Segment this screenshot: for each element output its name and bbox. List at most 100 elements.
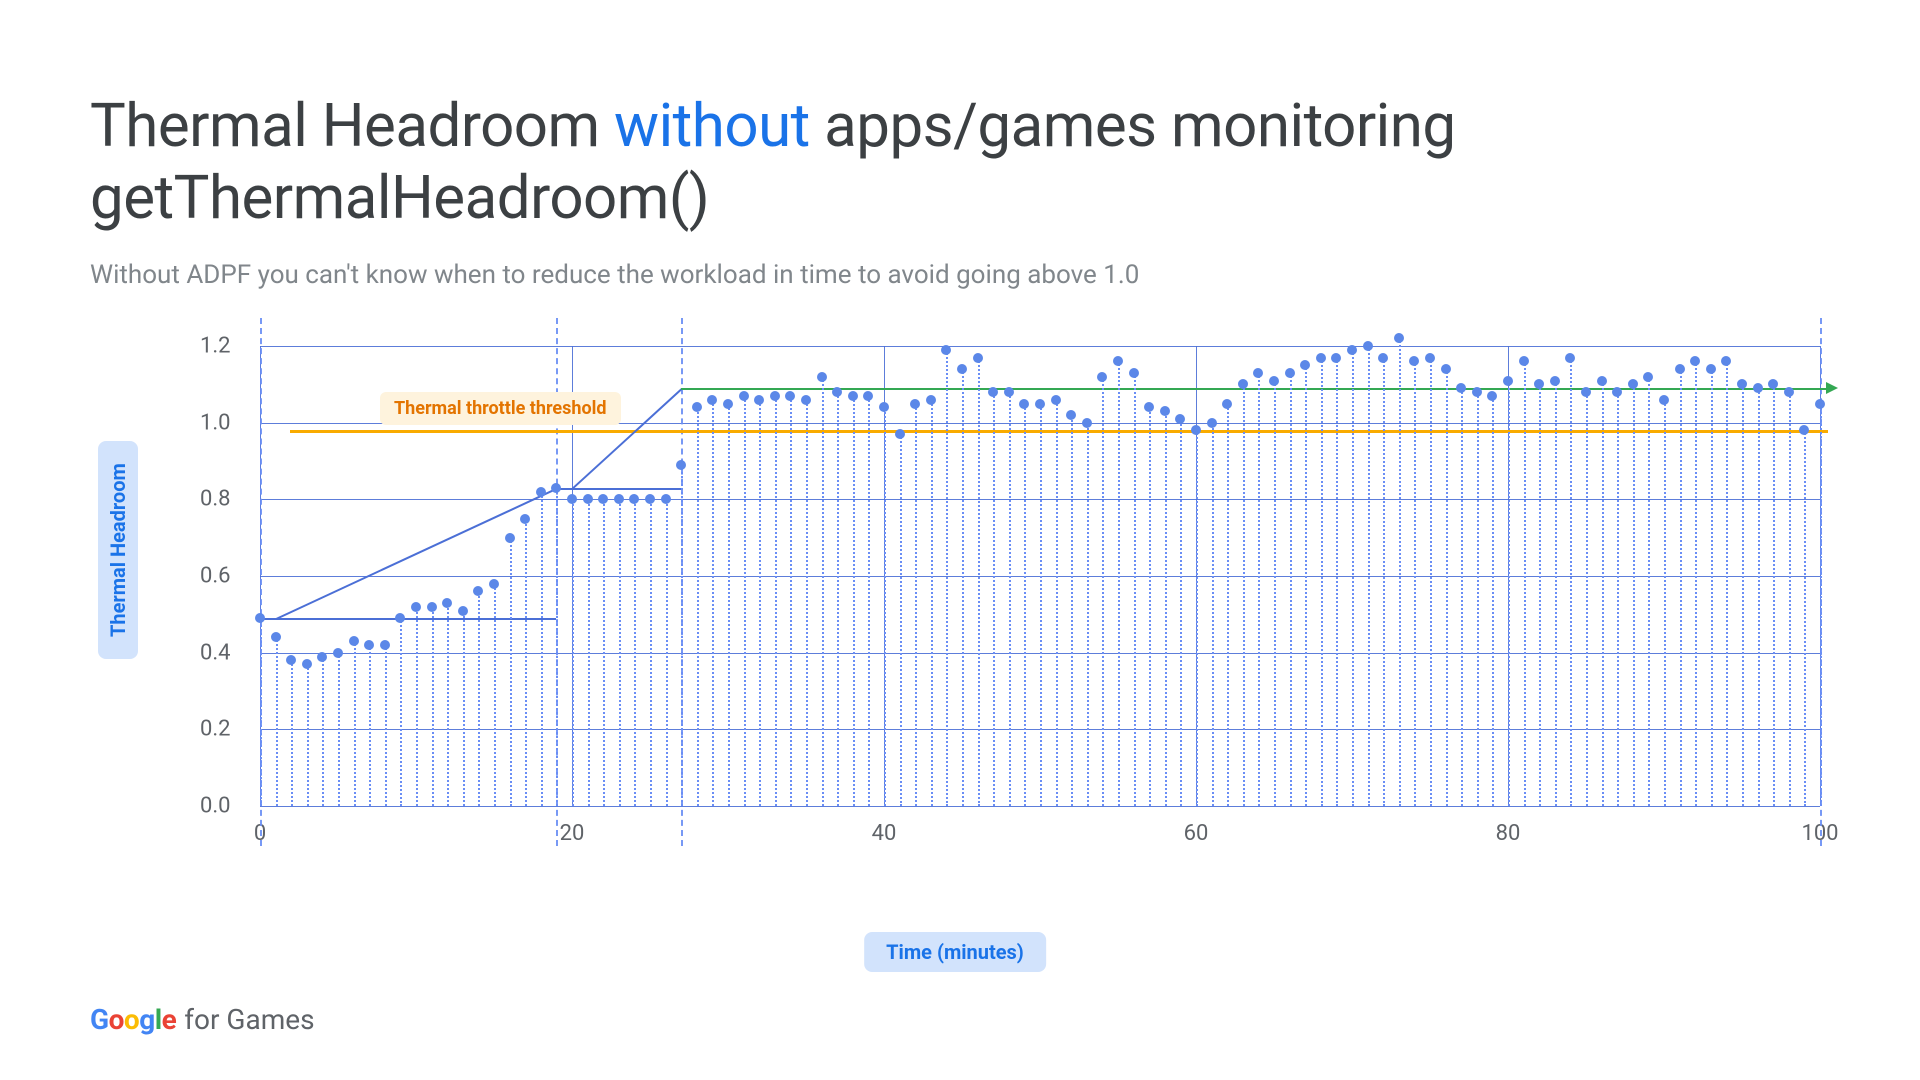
data-stem bbox=[1118, 361, 1120, 806]
data-point bbox=[1659, 395, 1669, 405]
data-point bbox=[1721, 356, 1731, 366]
data-point bbox=[1285, 368, 1295, 378]
data-stem bbox=[1040, 404, 1042, 807]
data-point bbox=[614, 494, 624, 504]
data-point bbox=[333, 648, 343, 658]
data-stem bbox=[1555, 381, 1557, 807]
data-stem bbox=[900, 434, 902, 806]
data-point bbox=[1019, 399, 1029, 409]
trend-line bbox=[681, 388, 1828, 390]
data-stem bbox=[1664, 400, 1666, 806]
data-point bbox=[754, 395, 764, 405]
data-stem bbox=[354, 641, 356, 806]
data-point bbox=[973, 353, 983, 363]
data-point bbox=[1253, 368, 1263, 378]
data-stem bbox=[1461, 388, 1463, 806]
data-stem bbox=[478, 591, 480, 806]
data-point bbox=[988, 387, 998, 397]
data-point bbox=[1144, 402, 1154, 412]
data-point bbox=[629, 494, 639, 504]
arrow-right-icon bbox=[1826, 382, 1838, 394]
gridline-h bbox=[260, 346, 1820, 347]
plot-area: 0.00.20.40.60.81.01.2020406080100Thermal… bbox=[260, 346, 1820, 806]
data-stem bbox=[1477, 392, 1479, 806]
data-stem bbox=[1430, 358, 1432, 807]
data-point bbox=[442, 598, 452, 608]
data-point bbox=[1597, 376, 1607, 386]
data-point bbox=[941, 345, 951, 355]
data-point bbox=[567, 494, 577, 504]
data-stem bbox=[666, 499, 668, 806]
data-point bbox=[1394, 333, 1404, 343]
data-point bbox=[1784, 387, 1794, 397]
data-stem bbox=[712, 400, 714, 806]
data-point bbox=[723, 399, 733, 409]
data-point bbox=[1799, 425, 1809, 435]
data-stem bbox=[1149, 407, 1151, 806]
data-point bbox=[676, 460, 686, 470]
data-point bbox=[427, 602, 437, 612]
data-point bbox=[832, 387, 842, 397]
data-stem bbox=[681, 465, 683, 806]
data-stem bbox=[1680, 369, 1682, 806]
data-stem bbox=[1258, 373, 1260, 806]
y-tick: 0.4 bbox=[200, 640, 231, 665]
data-stem bbox=[260, 618, 262, 806]
data-point bbox=[1066, 410, 1076, 420]
google-logo: Google bbox=[90, 1003, 176, 1036]
data-point bbox=[1175, 414, 1185, 424]
data-stem bbox=[1524, 361, 1526, 806]
data-point bbox=[1815, 399, 1825, 409]
data-point bbox=[1051, 395, 1061, 405]
data-stem bbox=[1648, 377, 1650, 806]
data-point bbox=[1472, 387, 1482, 397]
x-tick: 20 bbox=[560, 821, 585, 846]
data-stem bbox=[1305, 365, 1307, 806]
data-point bbox=[661, 494, 671, 504]
data-stem bbox=[1352, 350, 1354, 806]
x-tick: 40 bbox=[872, 821, 897, 846]
data-stem bbox=[322, 657, 324, 807]
data-stem bbox=[1196, 430, 1198, 806]
data-stem bbox=[978, 358, 980, 807]
data-point bbox=[1331, 353, 1341, 363]
data-stem bbox=[1321, 358, 1323, 807]
data-stem bbox=[759, 400, 761, 806]
data-stem bbox=[1586, 392, 1588, 806]
data-stem bbox=[884, 407, 886, 806]
data-stem bbox=[432, 607, 434, 806]
data-point bbox=[1753, 383, 1763, 393]
x-axis-label: Time (minutes) bbox=[864, 932, 1046, 972]
data-stem bbox=[790, 396, 792, 806]
data-point bbox=[598, 494, 608, 504]
y-axis-label: Thermal Headroom bbox=[98, 441, 138, 659]
data-point bbox=[1643, 372, 1653, 382]
data-stem bbox=[634, 499, 636, 806]
data-point bbox=[1269, 376, 1279, 386]
data-point bbox=[1113, 356, 1123, 366]
data-point bbox=[536, 487, 546, 497]
data-point bbox=[1675, 364, 1685, 374]
x-tick: 80 bbox=[1496, 821, 1521, 846]
data-stem bbox=[1508, 381, 1510, 807]
data-point bbox=[489, 579, 499, 589]
data-point bbox=[1550, 376, 1560, 386]
data-point bbox=[863, 391, 873, 401]
data-point bbox=[583, 494, 593, 504]
data-stem bbox=[588, 499, 590, 806]
data-stem bbox=[1212, 423, 1214, 806]
data-stem bbox=[1071, 415, 1073, 806]
data-point bbox=[707, 395, 717, 405]
data-point bbox=[1409, 356, 1419, 366]
data-stem bbox=[385, 645, 387, 806]
data-stem bbox=[1414, 361, 1416, 806]
data-point bbox=[692, 402, 702, 412]
data-point bbox=[1737, 379, 1747, 389]
threshold-label: Thermal throttle threshold bbox=[380, 392, 621, 425]
data-point bbox=[1363, 341, 1373, 351]
data-point bbox=[411, 602, 421, 612]
data-stem bbox=[1617, 392, 1619, 806]
data-point bbox=[895, 429, 905, 439]
data-point bbox=[1097, 372, 1107, 382]
y-tick: 0.6 bbox=[200, 564, 231, 589]
